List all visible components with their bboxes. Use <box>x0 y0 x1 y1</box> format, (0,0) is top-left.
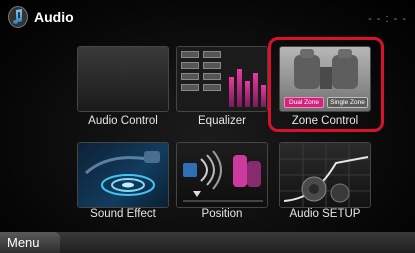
music-note-icon <box>8 6 28 28</box>
position-tile[interactable]: Position <box>176 142 268 232</box>
audio-control-tile[interactable]: Audio Control <box>77 46 169 136</box>
equalizer-label: Equalizer <box>198 115 246 127</box>
crossover-graph-icon <box>280 143 370 207</box>
sound-effect-thumbnail <box>77 142 169 208</box>
sound-effect-label: Sound Effect <box>90 208 156 220</box>
bottom-bar <box>0 232 415 253</box>
equalizer-tile[interactable]: Equalizer <box>176 46 268 136</box>
sound-waves-icon <box>84 151 160 196</box>
audio-setup-tile[interactable]: Audio SETUP <box>279 142 371 232</box>
clock: - - : - - <box>368 13 407 25</box>
menu-button[interactable]: Menu <box>0 232 60 253</box>
listening-position-icon <box>183 150 263 202</box>
audio-control-label: Audio Control <box>88 115 158 127</box>
equalizer-thumbnail <box>176 46 268 112</box>
position-thumbnail <box>176 142 268 208</box>
selection-highlight <box>268 37 384 132</box>
audio-control-thumbnail <box>77 46 169 112</box>
position-label: Position <box>201 208 243 220</box>
audio-setup-thumbnail <box>279 142 371 208</box>
audio-menu-screen: Audio - - : - - Audio Control Equalizer … <box>0 0 415 253</box>
header-bar: Audio - - : - - <box>0 0 415 34</box>
page-title: Audio <box>34 9 74 25</box>
sound-effect-tile[interactable]: Sound Effect <box>77 142 169 232</box>
audio-setup-label: Audio SETUP <box>289 208 361 220</box>
